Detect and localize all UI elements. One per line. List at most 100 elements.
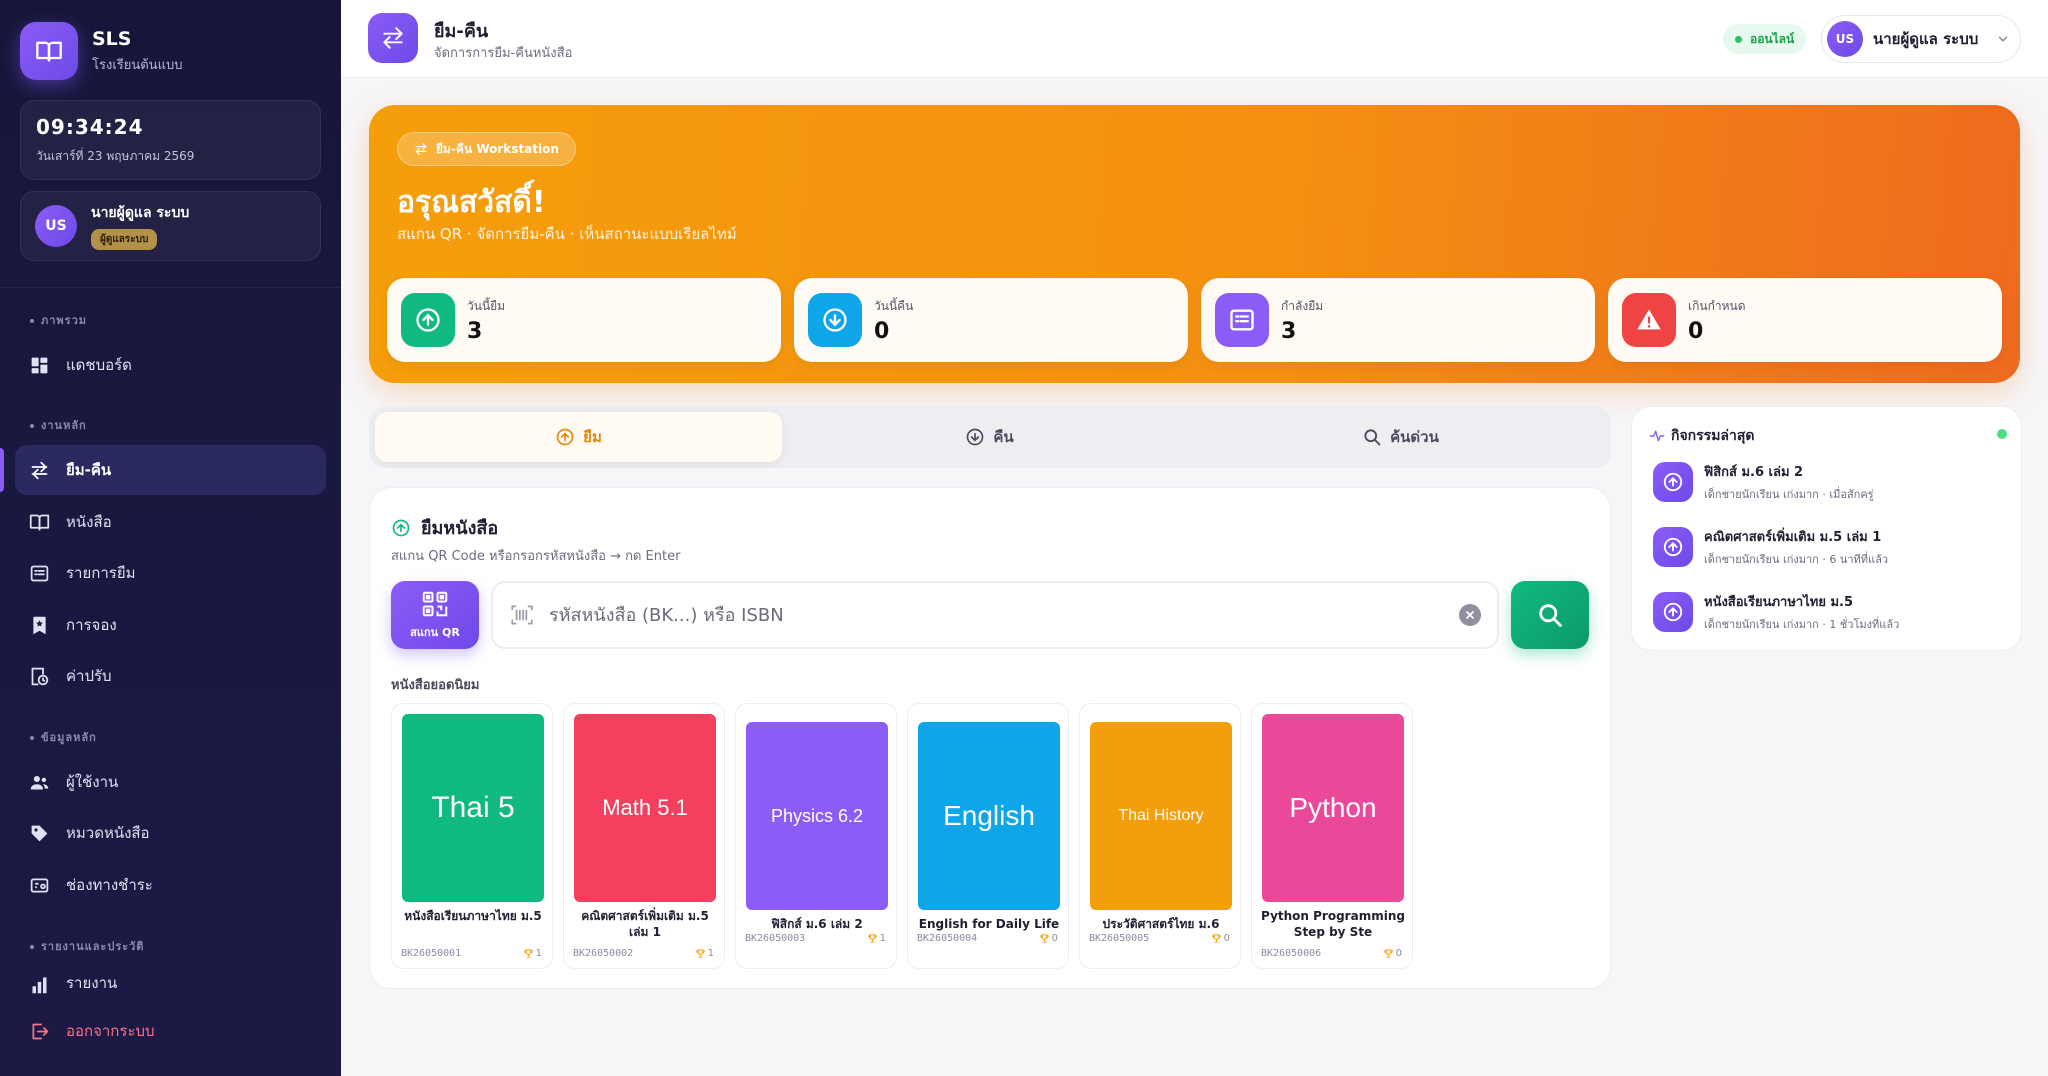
sidebar-item-users[interactable]: ผู้ใช้งาน [15,757,326,807]
sidebar-item-reservations[interactable]: การจอง [15,600,326,650]
borrow-count-value: 0 [1051,933,1058,944]
tab-borrow[interactable]: ยืม [375,412,782,462]
workstation-chip: ยืม-คืน Workstation [397,132,576,166]
role-badge: ผู้ดูแลระบบ [91,229,158,250]
borrow-count: 0 [1383,948,1402,959]
sidebar-item-label: หมวดหนังสือ [66,824,150,842]
stat-value: 3 [1281,318,1297,344]
swap-icon [415,143,427,155]
brand-subtitle: โรงเรียนต้นแบบ [92,57,183,73]
sidebar-item-label: ยืม-คืน [66,461,112,479]
book-card[interactable]: Math 5.1 คณิตศาสตร์เพิ่มเติม ม.5 เล่ม 1 … [563,703,725,969]
sidebar-item-payment[interactable]: ช่องทางชำระ [15,860,326,910]
tag-icon [31,825,48,841]
stat-value: 0 [874,318,890,344]
tab-quick-search[interactable]: ค้นด่วน [1197,412,1604,462]
brand[interactable]: SLS โรงเรียนต้นแบบ [20,22,182,80]
list-icon [30,565,49,581]
book-title: หนังสือเรียนภาษาไทย ม.5 [404,909,542,923]
clock-card: 09:34:24 วันเสาร์ที่ 23 พฤษภาคม 2569 [20,100,321,180]
clock-time: 09:34:24 [36,115,144,139]
book-card[interactable]: Thai 5 หนังสือเรียนภาษาไทย ม.5 BK2605000… [391,703,553,969]
borrow-count: 0 [1039,933,1058,944]
borrow-panel: ยืมหนังสือ สแกน QR Code หรือกรอกรหัสหนัง… [369,487,1611,989]
sidebar-item-categories[interactable]: หมวดหนังสือ [15,808,326,858]
barcode-icon [511,605,533,625]
status-badge: ออนไลน์ [1723,24,1807,54]
logout-button[interactable]: ออกจากระบบ [15,1006,326,1056]
dashboard-icon [31,357,48,373]
sidebar-item-borrow-return[interactable]: ยืม-คืน [15,445,326,495]
activity-item[interactable]: หนังสือเรียนภาษาไทย ม.5 เด็กชายนักเรียน … [1653,591,1899,633]
users-icon [30,775,49,789]
avatar: US [35,205,77,247]
greeting-title: อรุณสวัสดิ์! [397,185,546,220]
sidebar-item-books[interactable]: หนังสือ [15,497,326,547]
avatar: US [1827,21,1863,57]
book-code: BK26050003 [745,933,806,944]
borrow-count-value: 1 [707,948,714,959]
borrow-count-value: 1 [879,933,886,944]
arrow-up-circle-icon [1653,527,1693,567]
trophy-icon [867,934,877,943]
close-icon [1466,611,1474,619]
sidebar-item-label: หนังสือ [66,513,112,531]
sidebar-item-fines[interactable]: ค่าปรับ [15,651,326,701]
stat-value: 3 [467,318,483,344]
book-code-input[interactable] [549,604,1459,626]
hero-banner: ยืม-คืน Workstation อรุณสวัสดิ์! สแกน QR… [369,105,2020,383]
book-cover: Python [1262,714,1404,902]
panel-title: ยืมหนังสือ [391,513,498,542]
warning-icon [1622,293,1676,347]
book-card[interactable]: Python Python Programming Step by Ste BK… [1251,703,1413,969]
activity-item[interactable]: ฟิสิกส์ ม.6 เล่ม 2 เด็กชายนักเรียน เก่งม… [1653,461,1874,503]
tab-return[interactable]: คืน [786,412,1193,462]
borrow-count: 0 [1211,933,1230,944]
borrow-count-value: 1 [535,948,542,959]
search-submit-button[interactable] [1511,581,1589,649]
book-code: BK26050001 [401,948,462,959]
arrow-up-circle-icon [1653,592,1693,632]
book-card[interactable]: English English for Daily Life BK2605000… [907,703,1069,969]
popular-books-title: หนังสือยอดนิยม [391,678,480,693]
clock-date: วันเสาร์ที่ 23 พฤษภาคม 2569 [36,149,195,163]
swap-icon [368,13,418,63]
stat-label: เกินกำหนด [1688,298,1746,313]
sidebar-item-loans[interactable]: รายการยืม [15,548,326,598]
tab-label: คืน [993,428,1014,446]
page-subtitle: จัดการการยืม-คืนหนังสือ [434,46,573,61]
stat-label: วันนี้ยืม [467,298,506,313]
user-menu[interactable]: US นายผู้ดูแล ระบบ [1821,15,2021,63]
borrow-count-value: 0 [1395,948,1402,959]
brand-name: SLS [92,27,132,50]
greeting-subtitle: สแกน QR · จัดการยืม-คืน · เห็นสถานะแบบเร… [397,225,737,243]
sidebar-divider [0,287,341,288]
book-cover: Thai 5 [402,714,544,902]
sidebar-item-report[interactable]: รายงาน [15,967,326,995]
sidebar-item-label: แดชบอร์ด [66,356,132,374]
borrow-count: 1 [523,948,542,959]
book-title: ประวัติศาสตร์ไทย ม.6 [1102,917,1220,931]
activity-meta: เด็กชายนักเรียน เก่งมาก · 1 ชั่วโมงที่แล… [1704,618,1900,631]
trophy-icon [523,949,533,958]
scan-qr-button[interactable]: สแกน QR [391,581,479,649]
activity-meta: เด็กชายนักเรียน เก่งมาก · เมื่อสักครู่ [1704,488,1874,501]
sidebar-item-dashboard[interactable]: แดชบอร์ด [15,340,326,390]
stat-currently-borrowed[interactable]: กำลังยืม 3 [1201,278,1595,362]
stat-borrowed-today[interactable]: วันนี้ยืม 3 [387,278,781,362]
arrow-up-circle-icon [392,519,410,536]
activity-book: หนังสือเรียนภาษาไทย ม.5 [1704,595,1854,610]
arrow-down-circle-icon [967,428,984,446]
book-card[interactable]: Thai History ประวัติศาสตร์ไทย ม.6 BK2605… [1079,703,1241,969]
stat-overdue[interactable]: เกินกำหนด 0 [1608,278,2002,362]
activity-book: คณิตศาสตร์เพิ่มเติม ม.5 เล่ม 1 [1704,530,1882,545]
sidebar-item-label: ช่องทางชำระ [66,876,153,894]
book-card[interactable]: Physics 6.2 ฟิสิกส์ ม.6 เล่ม 2 BK2605000… [735,703,897,969]
book-code-search [491,581,1499,649]
tab-label: ยืม [583,428,602,446]
stat-returned-today[interactable]: วันนี้คืน 0 [794,278,1188,362]
sidebar-user-card[interactable]: US นายผู้ดูแล ระบบ ผู้ดูแลระบบ [20,191,321,261]
arrow-up-circle-icon [401,293,455,347]
clear-input-button[interactable] [1459,604,1481,626]
activity-item[interactable]: คณิตศาสตร์เพิ่มเติม ม.5 เล่ม 1 เด็กชายนั… [1653,526,1888,568]
